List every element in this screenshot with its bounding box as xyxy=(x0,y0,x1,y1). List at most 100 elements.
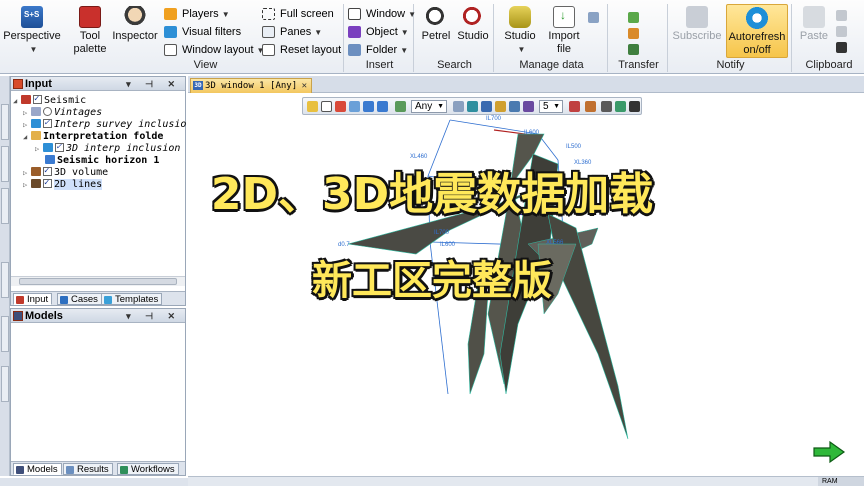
collapse-icon[interactable]: ◢ xyxy=(23,131,31,143)
status-mode: RAM xyxy=(822,478,838,485)
window-button[interactable]: Window ▼ xyxy=(348,6,416,22)
window-layout-label: Window layout xyxy=(182,44,254,56)
studio-button[interactable]: Studio ▼ xyxy=(500,4,540,56)
3d-window-icon: 3D xyxy=(193,81,203,90)
snap-tool-icon[interactable] xyxy=(377,101,388,112)
tree-checkbox[interactable] xyxy=(55,141,64,153)
collapsed-pane-tab[interactable] xyxy=(1,316,9,352)
object-icon xyxy=(348,26,361,38)
tree-checkbox[interactable] xyxy=(33,93,42,105)
tree-item-label: Seismic xyxy=(44,95,87,106)
snapshot-icon[interactable] xyxy=(836,42,847,53)
camera-icon[interactable] xyxy=(629,101,640,112)
import-file-button[interactable]: ↓ Import file xyxy=(544,4,584,56)
studio-label: Studio xyxy=(504,30,536,42)
zoom-icon[interactable] xyxy=(495,101,506,112)
chevron-down-icon: ▼ xyxy=(400,46,409,55)
transfer-receive-icon[interactable] xyxy=(628,28,639,39)
pick-tool-icon[interactable] xyxy=(363,101,374,112)
view-tool-icon[interactable] xyxy=(349,101,360,112)
tree-item[interactable]: ◢ Seismic xyxy=(13,93,87,107)
transfer-send-icon[interactable] xyxy=(628,12,639,23)
tree-item[interactable]: ▷ Vintages xyxy=(23,107,102,119)
object-button[interactable]: Object ▼ xyxy=(348,24,409,40)
fit-view-icon[interactable] xyxy=(509,101,520,112)
grid-label: IL700 xyxy=(486,116,502,122)
tab-workflows[interactable]: Workflows xyxy=(117,463,179,475)
paste-button[interactable]: Paste xyxy=(796,4,832,43)
expand-icon[interactable]: ▷ xyxy=(23,107,31,119)
tree-item[interactable]: ◢ Interpretation folde xyxy=(23,131,163,143)
autorefresh-button[interactable]: Autorefresh on/off xyxy=(726,4,788,58)
pane-controls[interactable]: ▾ ⊣ ✕ xyxy=(126,309,181,323)
filter-icon xyxy=(31,119,41,128)
workflows-tab-icon xyxy=(120,466,128,474)
tree-checkbox[interactable] xyxy=(43,117,52,129)
visual-filters-button[interactable]: Visual filters xyxy=(164,24,241,40)
tab-label: Results xyxy=(77,464,109,475)
petrel-search-button[interactable]: Petrel xyxy=(418,4,454,43)
collapsed-pane-tab[interactable] xyxy=(1,104,9,140)
draw-style-icon[interactable] xyxy=(569,101,580,112)
chevron-down-icon: ▼ xyxy=(437,103,444,110)
grid-label: IL600 xyxy=(524,130,540,136)
next-arrow-icon[interactable] xyxy=(812,440,846,464)
ribbon: S+S Perspective ▼ Tool palette Inspector… xyxy=(0,0,864,74)
players-label: Players xyxy=(182,8,219,20)
subscribe-label: Subscribe xyxy=(672,30,722,42)
filter-icon xyxy=(43,143,53,152)
transfer-sync-icon[interactable] xyxy=(628,44,639,55)
tree-item[interactable]: ▷ 3D interp inclusion xyxy=(35,141,180,155)
home-view-icon[interactable] xyxy=(453,101,464,112)
studio-search-button[interactable]: Studio xyxy=(454,4,492,43)
reset-icon xyxy=(262,44,275,56)
models-pane: Models ▾ ⊣ ✕ Models Results Workflows xyxy=(10,308,186,476)
folder-icon xyxy=(31,131,41,140)
players-icon xyxy=(164,8,177,20)
screen-icon[interactable] xyxy=(615,101,626,112)
tree-item[interactable]: ▷ Interp survey inclusio xyxy=(23,117,186,131)
domain-select[interactable]: Any ▼ xyxy=(411,100,447,113)
color-icon[interactable] xyxy=(585,101,596,112)
reset-layout-label: Reset layout xyxy=(280,44,342,56)
hand-tool-icon[interactable] xyxy=(307,101,318,112)
axis-icon[interactable] xyxy=(601,101,612,112)
subscribe-button[interactable]: Subscribe xyxy=(672,4,722,43)
close-icon[interactable]: ✕ xyxy=(302,79,307,93)
expand-icon[interactable]: ▷ xyxy=(23,119,31,131)
light-icon[interactable] xyxy=(481,101,492,112)
collapse-icon[interactable]: ◢ xyxy=(13,95,21,107)
pane-controls[interactable]: ▾ ⊣ ✕ xyxy=(126,77,181,91)
tree-item[interactable]: Seismic horizon 1 xyxy=(45,155,159,167)
measure-tool-icon[interactable] xyxy=(335,101,346,112)
folder-button[interactable]: Folder ▼ xyxy=(348,42,408,58)
perspective-button[interactable]: S+S Perspective ▼ xyxy=(2,4,62,56)
full-screen-button[interactable]: Full screen xyxy=(262,6,334,22)
z-scale-select[interactable]: 5 ▼ xyxy=(539,100,563,113)
expand-icon[interactable]: ▷ xyxy=(35,143,43,155)
panes-label: Panes xyxy=(280,26,312,38)
panes-button[interactable]: Panes ▼ xyxy=(262,24,322,40)
copy-icon[interactable] xyxy=(836,26,847,37)
cut-icon[interactable] xyxy=(836,10,847,21)
players-button[interactable]: Players ▼ xyxy=(164,6,230,22)
tab-results[interactable]: Results xyxy=(63,463,113,475)
search-group-label: Search xyxy=(437,59,472,71)
models-pane-tabs: Models Results Workflows xyxy=(11,461,185,475)
tab-3d-window-1[interactable]: 3D 3D window 1 [Any] ✕ xyxy=(190,78,312,93)
window-layout-button[interactable]: Window layout ▼ xyxy=(164,42,264,58)
tab-models[interactable]: Models xyxy=(13,463,62,475)
perspective-label: Perspective xyxy=(3,30,61,42)
edit-tool-icon[interactable] xyxy=(395,101,406,112)
z-scale-icon[interactable] xyxy=(523,101,534,112)
tool-palette-button[interactable]: Tool palette xyxy=(70,4,110,56)
grid-icon[interactable] xyxy=(588,12,599,23)
collapsed-pane-tab[interactable] xyxy=(1,366,9,402)
inspector-button[interactable]: Inspector xyxy=(112,4,158,43)
overlay-title: 2D、3D地震数据加载 xyxy=(210,168,654,221)
eye-icon[interactable] xyxy=(467,101,478,112)
select-tool-icon[interactable] xyxy=(321,101,332,112)
memory-indicator: RAM xyxy=(818,477,864,486)
reset-layout-button[interactable]: Reset layout xyxy=(262,42,341,58)
tree-radio[interactable] xyxy=(43,107,52,116)
